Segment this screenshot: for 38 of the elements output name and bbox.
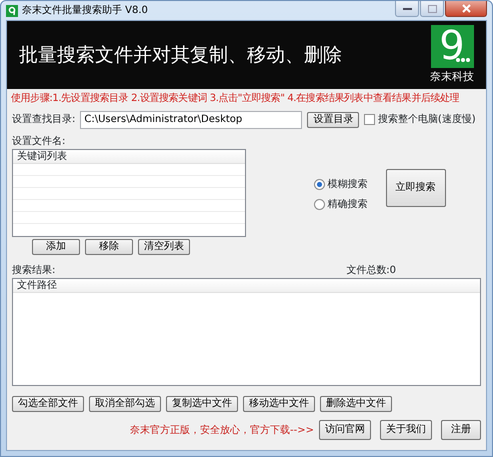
steps-text: 使用步骤:1.先设置搜索目录 2.设置搜索关键词 3.点击"立即搜索" 4.在搜索结果列表中查看结果并后续处理	[10, 92, 460, 106]
logo: 9	[430, 24, 474, 68]
directory-label: 设置查找目录:	[12, 112, 76, 127]
minimize-button[interactable]	[395, 1, 419, 17]
footer-button[interactable]: 访问官网	[319, 420, 371, 440]
set-directory-button[interactable]: 设置目录	[307, 112, 360, 128]
footer-button[interactable]: 注册	[441, 420, 481, 440]
column-header: 关键词列表	[13, 150, 245, 164]
action-button[interactable]: 移动选中文件	[243, 396, 315, 412]
checkbox[interactable]	[364, 114, 376, 125]
action-button[interactable]: 勾选全部文件	[12, 396, 84, 412]
list-button[interactable]: 移除	[85, 239, 133, 255]
keywords-label: 设置文件名:	[11, 134, 66, 148]
close-button[interactable]	[445, 1, 487, 17]
list-button[interactable]: 添加	[32, 239, 80, 255]
action-button[interactable]: 复制选中文件	[166, 396, 238, 412]
banner-headline: 批量搜索文件并对其复制、移动、删除	[19, 42, 342, 68]
list-button[interactable]: 清空列表	[138, 239, 190, 255]
notice-text: 奈末官方正版，安全放心，官方下载-->>	[130, 424, 314, 438]
footer-button[interactable]: 关于我们	[380, 420, 432, 440]
checkbox-label: 搜索整个电脑(速度慢)	[378, 112, 476, 127]
file-count: 文件总数:0	[346, 264, 396, 278]
action-button[interactable]: 取消全部勾选	[89, 396, 161, 412]
results-label: 搜索结果:	[12, 264, 56, 278]
minimize-icon	[402, 7, 412, 10]
radio-button[interactable]	[314, 178, 325, 190]
directory-field[interactable]: C:\Users\Administrator\Desktop	[80, 110, 302, 128]
radio-label: 模糊搜索	[328, 178, 368, 192]
search-button[interactable]: 立即搜索	[386, 168, 446, 206]
radio-button[interactable]	[314, 198, 325, 210]
column-header: 文件路径	[13, 279, 480, 293]
action-button[interactable]: 删除选中文件	[320, 396, 392, 412]
maximize-icon	[428, 4, 436, 12]
close-icon	[462, 4, 470, 13]
window-title: 奈末文件批量搜索助手 V8.0	[22, 4, 148, 18]
radio-label: 精确搜索	[328, 198, 368, 212]
app-icon	[6, 4, 18, 16]
logo-caption: 奈末科技	[430, 68, 474, 85]
